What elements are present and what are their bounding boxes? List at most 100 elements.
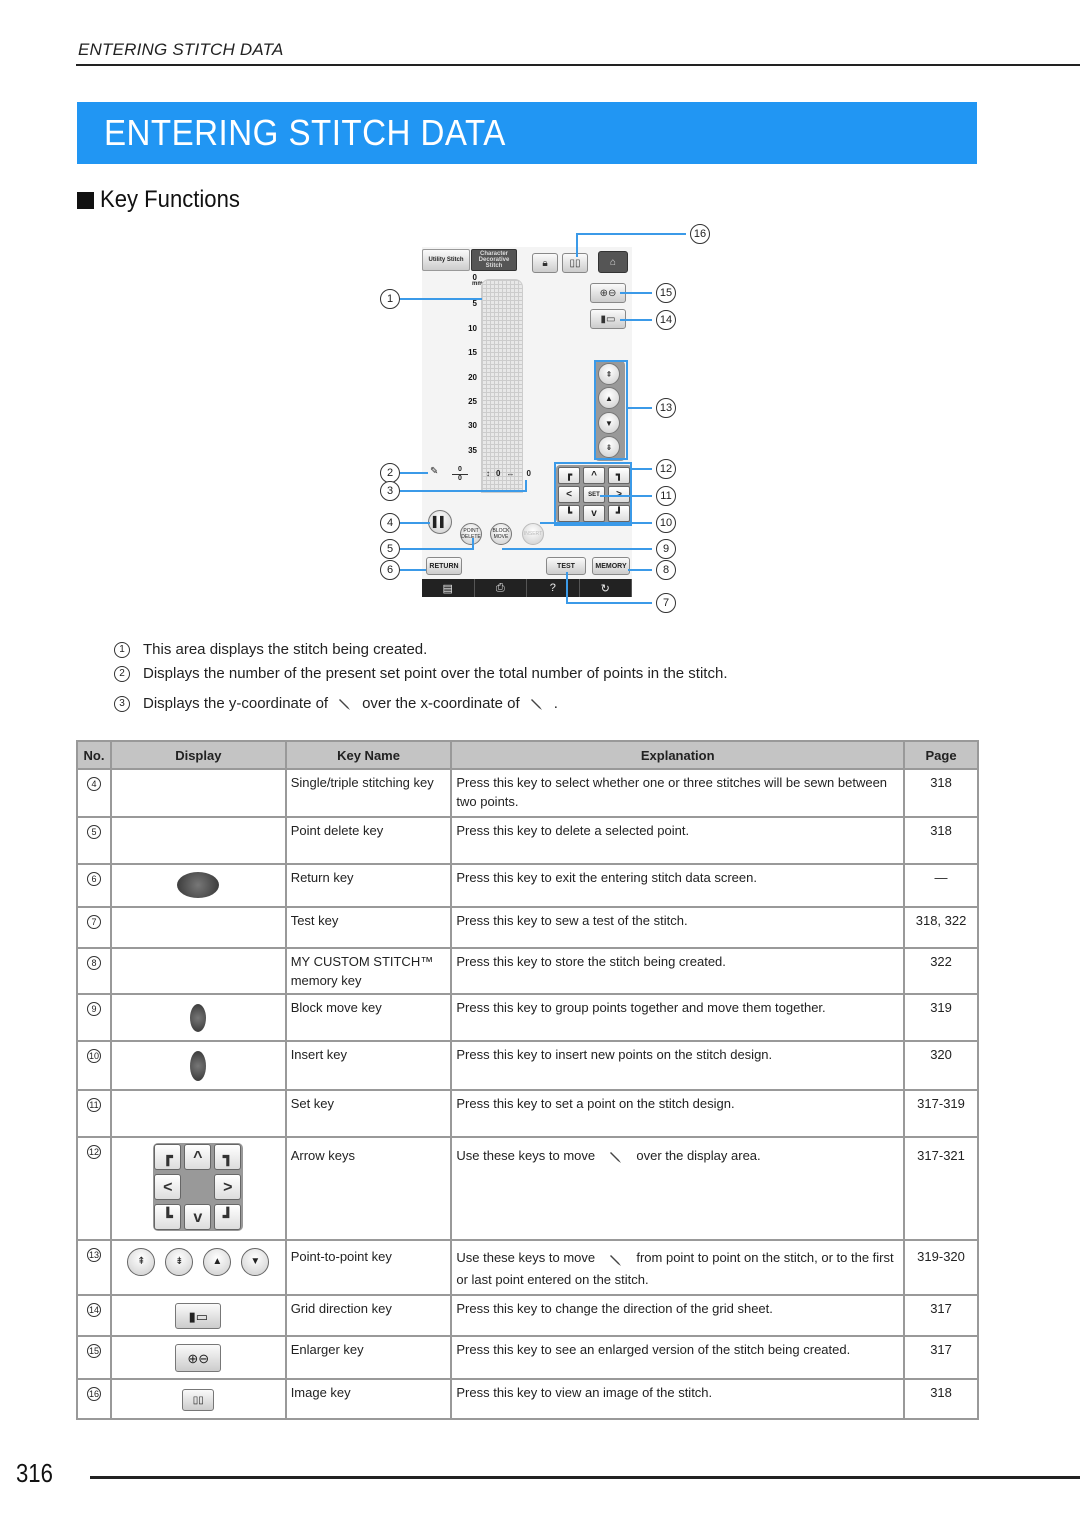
callout-line (540, 522, 652, 524)
table-row: 7 Test key Press this key to sew a test … (76, 906, 979, 949)
display-cell (109, 768, 287, 818)
coordinate-readout: ↕ 0 ↔ 0 (486, 469, 531, 478)
pen-icon (609, 1252, 623, 1266)
page-number: 316 (16, 1458, 53, 1488)
row-number: 11 (86, 1098, 101, 1112)
settings-icon[interactable]: ↻ (580, 579, 632, 597)
row-number: 8 (86, 956, 101, 970)
page-ref: 319-320 (903, 1239, 979, 1296)
arrow-right-icon: > (214, 1174, 242, 1200)
arrow-down-right-icon: ┛ (214, 1204, 242, 1230)
explanation: Press this key to set a point on the sti… (450, 1089, 906, 1138)
column-header-page: Page (903, 740, 979, 770)
table-row: 9 Block move key Press this key to group… (76, 993, 979, 1042)
last-point-button[interactable]: ⇟ (598, 436, 620, 458)
arrow-down-left-button[interactable]: ┗ (558, 505, 580, 522)
first-point-button[interactable]: ⇞ (598, 363, 620, 385)
explanation: Press this key to change the direction o… (450, 1294, 906, 1337)
note-text: This area displays the stitch being crea… (143, 641, 428, 658)
sewing-machine-icon[interactable]: ⎙ (475, 579, 527, 597)
note-text: Displays the y-coordinate of (143, 695, 329, 712)
arrow-down-button[interactable]: v (583, 505, 605, 522)
return-button[interactable]: RETURN (426, 557, 462, 575)
callout-line (594, 360, 596, 460)
pen-icon (530, 697, 544, 711)
callout-line (576, 233, 686, 235)
memory-button[interactable]: MEMORY (592, 557, 630, 575)
arrow-up-right-button[interactable]: ┓ (608, 467, 630, 484)
display-cell: ⇞ ⇟ ▲ ▼ (109, 1239, 287, 1296)
document-icon[interactable]: ▤ (422, 579, 475, 597)
arrow-down-right-button[interactable]: ┛ (608, 505, 630, 522)
display-cell (109, 1040, 287, 1091)
x-coordinate: 0 (526, 469, 531, 478)
key-functions-table: No. Display Key Name Explanation Page 4 … (76, 740, 979, 1420)
callout-line (400, 298, 482, 300)
last-point-icon: ⇟ (165, 1248, 194, 1276)
stitch-display-area[interactable] (481, 279, 523, 493)
image-key-icon: ▯▯ (182, 1389, 215, 1411)
explanation-text: over the display area. (636, 1148, 761, 1163)
note-text: Displays the number of the present set p… (143, 665, 728, 682)
explanation: Press this key to see an enlarged versio… (450, 1335, 906, 1380)
callout-line (626, 360, 628, 460)
insert-button[interactable]: INSERT (522, 523, 544, 545)
callout-line (566, 572, 568, 604)
previous-point-button[interactable]: ▲ (598, 387, 620, 409)
note-text: . (553, 695, 558, 712)
explanation: Press this key to delete a selected poin… (450, 816, 906, 865)
single-triple-stitch-button[interactable]: ▌▌ (428, 510, 452, 534)
page-ref: 319 (903, 993, 979, 1042)
table-row: 5 Point delete key Press this key to del… (76, 816, 979, 865)
explanation: Press this key to sew a test of the stit… (450, 906, 906, 949)
arrow-up-left-icon: ┏ (154, 1144, 182, 1170)
next-point-button[interactable]: ▼ (598, 412, 620, 434)
table-row: 10 Insert key Press this key to insert n… (76, 1040, 979, 1091)
explanation: Use these keys to move over the display … (450, 1136, 906, 1241)
arrow-down-left-icon: ┗ (154, 1204, 182, 1230)
arrow-up-left-button[interactable]: ┏ (558, 467, 580, 484)
callout-15: 15 (656, 283, 676, 303)
arrow-left-button[interactable]: < (558, 486, 580, 503)
footer-rule (90, 1476, 1080, 1479)
callout-line (600, 495, 652, 497)
ruler-tick: 10 (468, 324, 477, 333)
key-name: Arrow keys (284, 1136, 453, 1241)
page-ref: 320 (903, 1040, 979, 1091)
block-move-button[interactable]: BLOCK MOVE (490, 523, 512, 545)
callout-line (594, 360, 628, 362)
ruler-tick: 20 (468, 373, 477, 382)
callout-1: 1 (380, 289, 400, 309)
arrow-up-button[interactable]: ^ (583, 467, 605, 484)
callout-9: 9 (656, 539, 676, 559)
key-name: Point delete key (284, 816, 453, 865)
lock-icon: 🔒︎ (542, 257, 548, 269)
utility-stitch-tab[interactable]: Utility Stitch (422, 249, 470, 271)
help-icon[interactable]: ? (527, 579, 580, 597)
display-cell (109, 906, 287, 949)
note-number: 3 (114, 695, 130, 712)
callout-14: 14 (656, 310, 676, 330)
character-decorative-stitch-tab[interactable]: Character Decorative Stitch (471, 249, 517, 271)
arrow-key-pad: ┏ ^ ┓ < SET > ┗ v ┛ (556, 465, 632, 523)
magnifier-icon: ⊕⊖ (599, 287, 617, 299)
home-button[interactable]: ⌂ (598, 251, 628, 273)
image-button[interactable]: ▯▯ (562, 253, 588, 273)
column-header-explanation: Explanation (450, 740, 906, 770)
lock-button[interactable]: 🔒︎ (532, 253, 558, 273)
callout-6: 6 (380, 560, 400, 580)
page-ref: 317-319 (903, 1089, 979, 1138)
ruler-tick: 15 (468, 348, 477, 357)
next-point-icon: ▼ (241, 1248, 270, 1276)
point-delete-button[interactable]: POINT DELETE (460, 523, 482, 545)
arrow-up-icon: ^ (184, 1144, 212, 1170)
ruler-tick: 5 (472, 299, 477, 308)
callout-line (630, 462, 632, 526)
table-row: 16 ▯▯ Image key Press this key to view a… (76, 1378, 979, 1420)
running-header: ENTERING STITCH DATA (78, 40, 284, 59)
key-name: Test key (284, 906, 453, 949)
key-name: Enlarger key (284, 1335, 453, 1380)
page-ref: 318, 322 (903, 906, 979, 949)
section-title: Key Functions (100, 186, 240, 213)
row-number: 10 (86, 1049, 101, 1063)
